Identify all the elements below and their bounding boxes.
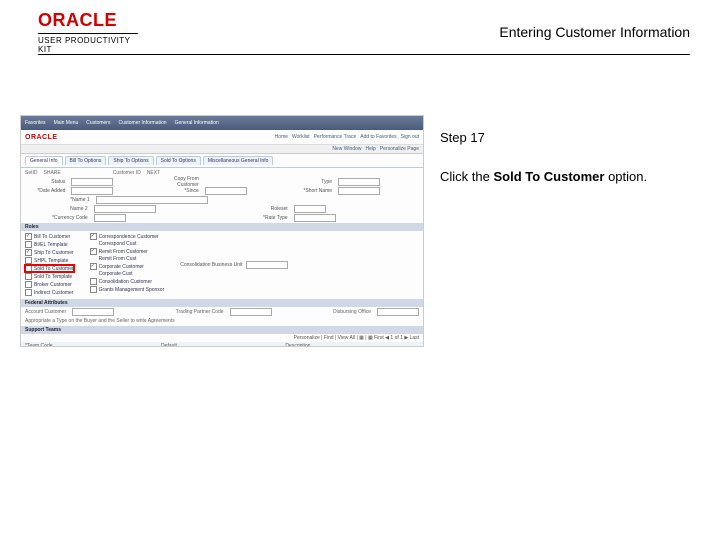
step-label: Step 17 <box>440 130 700 145</box>
sup-nav[interactable]: Personalize | Find | View All | ▦ | ▦ Fi… <box>294 335 419 341</box>
col-default: Default <box>161 343 177 347</box>
roleset-input[interactable] <box>294 205 326 213</box>
menu-item[interactable]: General Information <box>175 120 219 126</box>
menu-item[interactable]: Favorites <box>25 120 46 126</box>
app-logo: ORACLE <box>25 134 58 141</box>
link-pers[interactable]: Personalize Page <box>380 146 419 152</box>
link-signout[interactable]: Sign out <box>401 134 419 140</box>
cb-indirect[interactable]: Indirect Customer <box>25 289 74 296</box>
link-newwin[interactable]: New Window <box>332 146 361 152</box>
fed-tp-input[interactable] <box>230 308 272 316</box>
section-federal: Federal Attributes <box>21 299 423 307</box>
tab-soldto[interactable]: Sold To Options <box>156 156 201 165</box>
type-label: Type <box>292 179 332 185</box>
app-screenshot: Favorites Main Menu Customers Customer I… <box>20 115 424 347</box>
cb-bitpl[interactable]: BI/EL Template <box>25 241 74 248</box>
menu-item[interactable]: Main Menu <box>54 120 79 126</box>
breadcrumb: Entering Customer Information <box>499 24 690 40</box>
col-desc: Description <box>285 343 310 347</box>
upk-label: USER PRODUCTIVITY KIT <box>38 33 138 54</box>
cb-broker[interactable]: Broker Customer <box>25 281 74 288</box>
consol-bu: Consolidation Business Unit <box>180 261 287 269</box>
instruction-text: Click the Sold To Customer option. <box>440 169 700 184</box>
divider <box>38 54 690 55</box>
col-teamcode: *Team Code <box>25 343 53 347</box>
curr-label: *Currency Code <box>25 215 88 221</box>
link-home[interactable]: Home <box>275 134 288 140</box>
name2-input[interactable] <box>94 205 156 213</box>
short-label: *Short Name <box>292 188 332 194</box>
cb-shptpl[interactable]: SHPL Template <box>25 257 74 264</box>
tab-shipto[interactable]: Ship To Options <box>108 156 153 165</box>
cb-remitval: Remit From Cust <box>90 256 165 262</box>
instruction-suffix: option. <box>604 169 647 184</box>
roles-left-col: Bill To Customer BI/EL Template Ship To … <box>25 233 74 296</box>
cb-corpval: Corporate Cust <box>90 271 165 277</box>
section-roles: Roles <box>21 223 423 231</box>
roles-right-col: Correspondence Customer Correspond Cust … <box>90 233 165 296</box>
tab-billto[interactable]: Bill To Options <box>65 156 107 165</box>
link-fav[interactable]: Add to Favorites <box>360 134 396 140</box>
custid-label: Customer ID <box>113 170 141 176</box>
link-worklist[interactable]: Worklist <box>292 134 310 140</box>
cb-consol[interactable]: Consolidation Customer <box>90 278 165 285</box>
fed-note: Appropriate a Type on the Buyer and the … <box>25 318 175 324</box>
tab-general[interactable]: General Info <box>25 156 63 165</box>
rate-input[interactable] <box>294 214 336 222</box>
instruction-prefix: Click the <box>440 169 493 184</box>
oracle-logo: ORACLE <box>38 10 138 31</box>
fed-acct-label: Account Customer <box>25 309 66 315</box>
link-trace[interactable]: Performance Trace <box>314 134 357 140</box>
cb-billto[interactable]: Bill To Customer <box>25 233 74 240</box>
setid-value: SHARE <box>44 170 61 176</box>
instruction-bold: Sold To Customer <box>493 169 604 184</box>
fed-tp-label: Trading Partner Code <box>176 309 224 315</box>
menu-item[interactable]: Customers <box>86 120 110 126</box>
menubar: Favorites Main Menu Customers Customer I… <box>21 116 423 130</box>
cb-remit[interactable]: Remit From Customer <box>90 248 165 255</box>
type-select[interactable] <box>338 178 380 186</box>
tab-misc[interactable]: Miscellaneous General Info <box>203 156 274 165</box>
section-support: Support Teams <box>21 326 423 334</box>
fed-disb-input[interactable] <box>377 308 419 316</box>
short-input[interactable] <box>338 187 380 195</box>
since-input[interactable] <box>205 187 247 195</box>
date-input[interactable] <box>71 187 113 195</box>
name1-input[interactable] <box>96 196 208 204</box>
cb-corr[interactable]: Correspondence Customer <box>90 233 165 240</box>
cb-soldtpl[interactable]: Sold To Template <box>25 273 74 280</box>
status-select[interactable] <box>71 178 113 186</box>
status-label: Status <box>25 179 65 185</box>
since-label: *Since <box>158 188 198 194</box>
fed-disb-label: Disbursing Office <box>333 309 371 315</box>
fed-acct-input[interactable] <box>72 308 114 316</box>
cb-shipto[interactable]: Ship To Customer <box>25 249 74 256</box>
cb-corp[interactable]: Corporate Customer <box>90 263 165 270</box>
cb-soldto[interactable]: Sold To Customer <box>25 265 74 272</box>
cb-corrval: Correspond Cust <box>90 241 165 247</box>
curr-input[interactable] <box>94 214 126 222</box>
link-help[interactable]: Help <box>366 146 376 152</box>
rate-label: *Rate Type <box>225 215 288 221</box>
setid-label: SetID <box>25 170 38 176</box>
cb-grants[interactable]: Grants Management Sponsor <box>90 286 165 293</box>
date-label: *Date Added <box>25 188 65 194</box>
copy-label: Copy From Customer <box>158 176 198 188</box>
consol-input[interactable] <box>246 261 288 269</box>
name1-label: *Name 1 <box>25 197 90 203</box>
menu-item[interactable]: Customer Information <box>118 120 166 126</box>
